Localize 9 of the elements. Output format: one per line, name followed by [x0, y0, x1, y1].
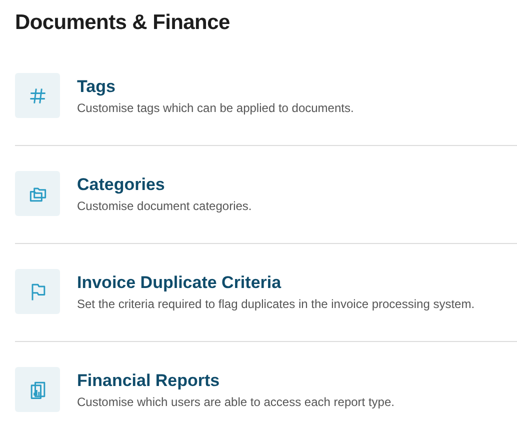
item-title-link[interactable]: Financial Reports	[77, 370, 220, 390]
section-heading: Documents & Finance	[15, 11, 231, 36]
item-description: Customise which users are able to access each report type.	[77, 394, 394, 408]
item-title-link[interactable]: Invoice Duplicate Criteria	[77, 272, 282, 292]
item-description: Customise document categories.	[77, 198, 252, 212]
item-title-link[interactable]: Tags	[77, 76, 116, 96]
item-description: Customise tags which can be applied to documents.	[77, 100, 354, 114]
item-title-link[interactable]: Categories	[77, 174, 165, 194]
item-description: Set the criteria required to flag duplicates in the invoice processing system.	[77, 296, 475, 310]
